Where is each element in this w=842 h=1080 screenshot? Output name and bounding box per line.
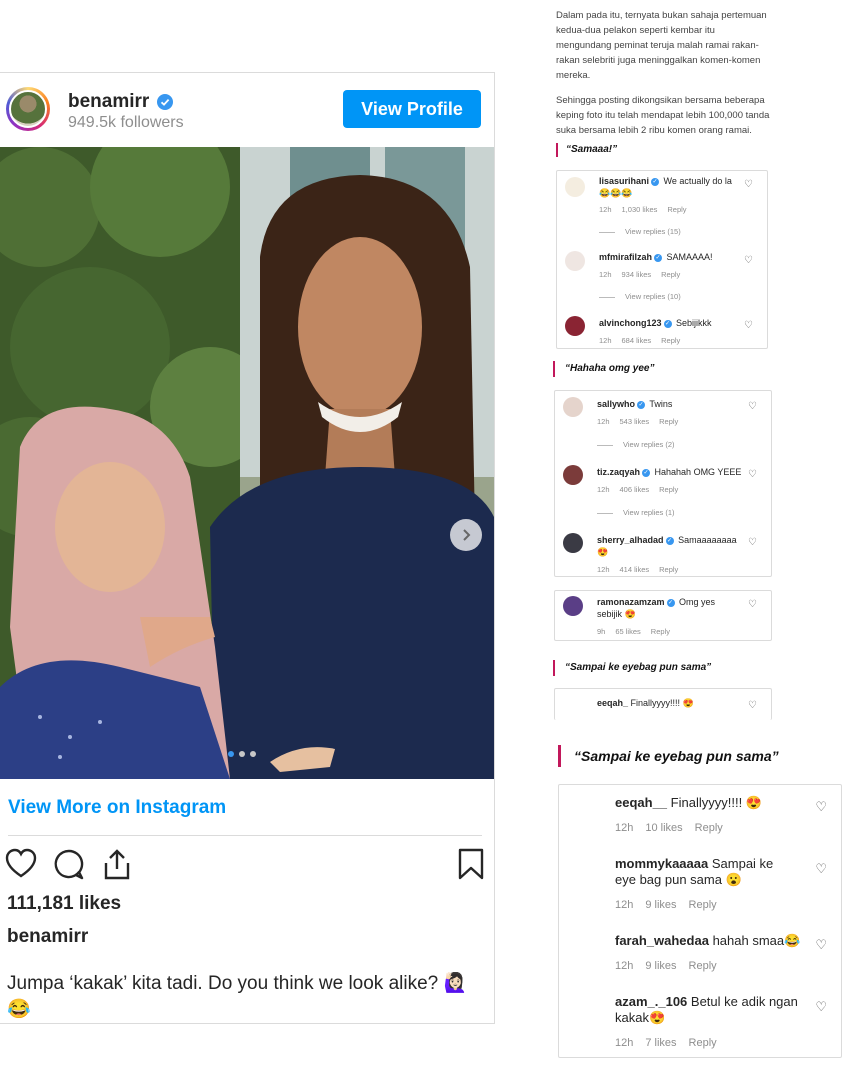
reply-link[interactable]: Reply xyxy=(661,270,680,279)
avatar[interactable] xyxy=(565,316,585,336)
carousel-dot xyxy=(250,751,256,757)
heart-icon[interactable]: ♡ xyxy=(748,537,757,548)
comment-box: eeqah__ Finallyyyy!!!! 😍 ♡ 12h 10 likes Re… xyxy=(558,784,842,1058)
reply-link[interactable]: Reply xyxy=(689,899,717,911)
heart-icon[interactable]: ♡ xyxy=(815,937,827,953)
instagram-embed: benamirr 949.5k followers View Profile V… xyxy=(0,72,495,1024)
avatar[interactable] xyxy=(563,397,583,417)
comment-text: lisasurihani ✓ We actually do la 😂😂😂 xyxy=(599,176,732,198)
quote-bar xyxy=(558,745,561,767)
comment-text: ramonazamzam ✓ Omg yes sebijik 😍 xyxy=(597,597,716,619)
comment-text: mommykaaaaa Sampai ke eye bag pun sama 😮 xyxy=(615,856,774,887)
carousel-next-button[interactable] xyxy=(450,519,482,551)
view-replies-link[interactable]: View replies (2) xyxy=(597,440,675,449)
comment-text: eeqah_ Finallyyyy!!!! 😍 xyxy=(597,698,694,708)
comment-meta: 12h 7 likes Reply xyxy=(615,1037,717,1049)
reply-link[interactable]: Reply xyxy=(695,822,723,834)
chevron-right-icon xyxy=(463,529,471,541)
follower-count: 949.5k followers xyxy=(68,114,184,131)
heart-icon[interactable]: ♡ xyxy=(815,999,827,1015)
comment-meta: 12h 1,030 likes Reply xyxy=(599,205,687,214)
reply-link[interactable]: Reply xyxy=(667,205,686,214)
section-heading: “Sampai ke eyebag pun sama” xyxy=(574,748,779,764)
comment-meta: 12h 406 likes Reply xyxy=(597,485,679,494)
likes-count: 111,181 likes xyxy=(7,893,122,914)
comment-meta: 12h 543 likes Reply xyxy=(597,417,679,426)
heart-icon[interactable]: ♡ xyxy=(815,799,827,815)
verified-badge-icon xyxy=(157,94,173,110)
comment-text: eeqah__ Finallyyyy!!!! 😍 xyxy=(615,795,762,810)
comment-meta: 12h 934 likes Reply xyxy=(599,270,681,279)
comment-text: sallywho ✓ Twins xyxy=(597,399,673,409)
section-heading: “Hahaha omg yee” xyxy=(565,363,655,374)
view-replies-link[interactable]: View replies (1) xyxy=(597,508,675,517)
heart-icon[interactable]: ♡ xyxy=(748,401,757,412)
section-heading: “Samaaa!” xyxy=(566,144,618,155)
heart-icon[interactable]: ♡ xyxy=(748,469,757,480)
comment-text: tiz.zaqyah ✓ Hahahah OMG YEEE xyxy=(597,467,742,477)
reply-link[interactable]: Reply xyxy=(659,485,678,494)
comment-box: lisasurihani ✓ We actually do la 😂😂😂 ♡ 12… xyxy=(556,170,768,349)
comment-text: sherry_alhadad ✓ Samaaaaaaaa 😍 xyxy=(597,535,737,557)
post-header: benamirr 949.5k followers View Profile xyxy=(0,73,494,147)
quote-bar xyxy=(556,143,558,157)
view-profile-button[interactable]: View Profile xyxy=(343,90,481,128)
comment-meta: 9h 65 likes Reply xyxy=(597,627,670,636)
heart-icon[interactable]: ♡ xyxy=(744,179,753,190)
comment-text: farah_wahedaa hahah smaa😂 xyxy=(615,933,801,948)
avatar[interactable] xyxy=(563,533,583,553)
comment-text: azam_._106 Betul ke adik ngan kakak😍 xyxy=(615,994,798,1025)
share-icon[interactable] xyxy=(100,847,134,881)
avatar[interactable] xyxy=(563,596,583,616)
quote-bar xyxy=(553,660,555,676)
view-more-link[interactable]: View More on Instagram xyxy=(8,797,226,819)
comment-meta: 12h 414 likes Reply xyxy=(597,565,679,574)
article-paragraph: Dalam pada itu, ternyata bukan sahaja pe… xyxy=(556,10,767,81)
bookmark-icon[interactable] xyxy=(454,847,488,881)
comment-text: alvinchong123 ✓ Sebijikkk xyxy=(599,318,712,328)
article-text: Dalam pada itu, ternyata bukan sahaja pe… xyxy=(556,8,771,148)
comment-box: sallywho ✓ Twins ♡ 12h 543 likes Reply View… xyxy=(554,390,772,577)
reply-link[interactable]: Reply xyxy=(689,1037,717,1049)
comment-box: eeqah_ Finallyyyy!!!! 😍 ♡ xyxy=(554,688,772,720)
carousel-dot xyxy=(228,751,234,757)
avatar[interactable] xyxy=(563,465,583,485)
avatar[interactable] xyxy=(6,87,50,131)
caption-username[interactable]: benamirr xyxy=(7,926,88,948)
carousel-dot xyxy=(239,751,245,757)
comment-meta: 12h 684 likes Reply xyxy=(599,336,681,345)
photo-illustration xyxy=(0,147,494,779)
caption-text: Jumpa ‘kakak’ kita tadi. Do you think we… xyxy=(7,973,468,1020)
reply-link[interactable]: Reply xyxy=(659,565,678,574)
heart-icon[interactable]: ♡ xyxy=(744,320,753,331)
carousel-indicator xyxy=(228,751,256,757)
comment-box: ramonazamzam ✓ Omg yes sebijik 😍 ♡ 9h 65 l… xyxy=(554,590,772,641)
heart-icon[interactable]: ♡ xyxy=(748,599,757,610)
reply-link[interactable]: Reply xyxy=(661,336,680,345)
view-replies-link[interactable]: View replies (15) xyxy=(599,227,681,236)
heart-icon[interactable]: ♡ xyxy=(748,700,757,711)
heart-icon[interactable]: ♡ xyxy=(815,861,827,877)
comment-icon[interactable] xyxy=(52,847,86,881)
article-paragraph: Sehingga posting dikongsikan bersama beb… xyxy=(556,95,770,136)
avatar[interactable] xyxy=(565,177,585,197)
reply-link[interactable]: Reply xyxy=(651,627,670,636)
comment-meta: 12h 10 likes Reply xyxy=(615,822,723,834)
avatar[interactable] xyxy=(565,251,585,271)
view-replies-link[interactable]: View replies (10) xyxy=(599,292,681,301)
comment-text: mfmirafilzah ✓ SAMAAAA! xyxy=(599,252,713,262)
reply-link[interactable]: Reply xyxy=(659,417,678,426)
comment-meta: 12h 9 likes Reply xyxy=(615,960,717,972)
section-heading: “Sampai ke eyebag pun sama” xyxy=(565,662,712,673)
reply-link[interactable]: Reply xyxy=(689,960,717,972)
quote-bar xyxy=(553,361,555,377)
username[interactable]: benamirr xyxy=(68,91,149,113)
divider xyxy=(8,835,482,836)
post-photo[interactable] xyxy=(0,147,494,779)
heart-icon[interactable]: ♡ xyxy=(744,255,753,266)
heart-icon[interactable] xyxy=(4,847,38,881)
comment-meta: 12h 9 likes Reply xyxy=(615,899,717,911)
action-bar xyxy=(0,845,494,891)
